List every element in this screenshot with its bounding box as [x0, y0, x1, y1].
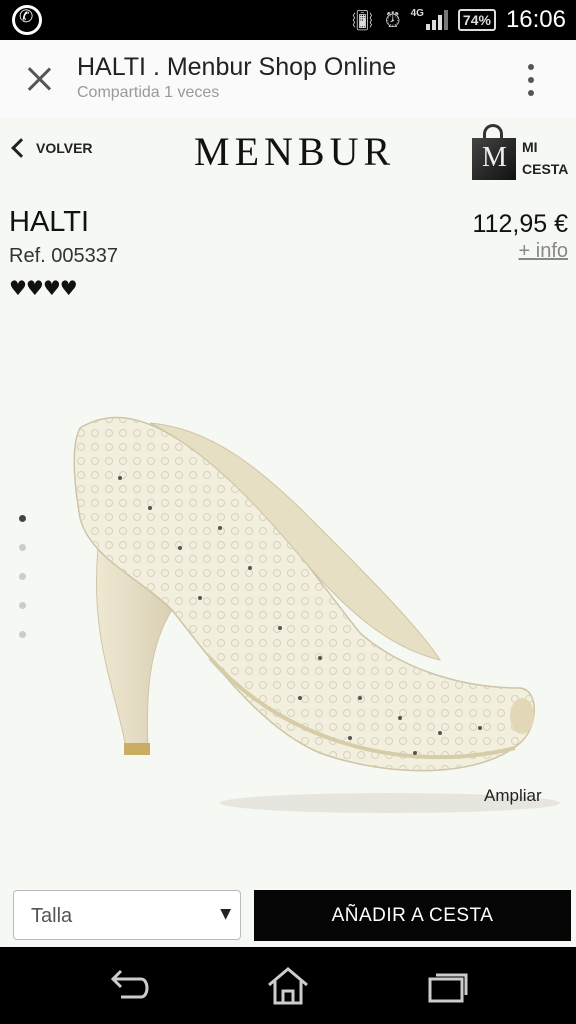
system-nav-bar	[0, 947, 576, 1024]
add-to-cart-button[interactable]: AÑADIR A CESTA	[254, 890, 571, 941]
back-label: VOLVER	[36, 140, 93, 156]
chevron-left-icon	[11, 138, 31, 158]
gallery-dot[interactable]	[19, 602, 26, 609]
gallery-dot[interactable]	[19, 631, 26, 638]
rating-hearts: ♥♥♥♥	[9, 276, 78, 300]
product-image[interactable]	[60, 398, 560, 818]
size-select-value: Talla	[31, 905, 73, 927]
status-icons: 📳︎ ⏰︎ 4G 74% 16:06	[350, 6, 566, 34]
shopping-bag-icon: M	[472, 124, 518, 180]
brand-logo[interactable]: MENBUR	[194, 128, 395, 175]
cart-button[interactable]: M MI CESTA	[472, 124, 576, 180]
more-vert-icon[interactable]	[524, 64, 538, 96]
status-bar: 📳︎ ⏰︎ 4G 74% 16:06	[0, 0, 576, 40]
signal-icon	[425, 10, 448, 30]
back-button[interactable]: VOLVER	[10, 138, 93, 158]
back-icon[interactable]	[105, 965, 155, 1005]
page-title: HALTI . Menbur Shop Online	[77, 53, 397, 81]
gallery-dot[interactable]	[19, 573, 26, 580]
gallery-pagination	[19, 515, 26, 660]
share-count: Compartida 1 veces	[77, 84, 220, 101]
product-page: VOLVER MENBUR M MI CESTA HALTI Ref. 0053…	[0, 118, 576, 947]
product-price: 112,95 €	[472, 210, 568, 238]
more-info-link[interactable]: + info	[519, 240, 568, 263]
recents-icon[interactable]	[422, 965, 472, 1005]
size-select[interactable]: Talla ▼	[13, 890, 241, 940]
vibrate-icon: 📳︎	[349, 8, 375, 32]
home-icon[interactable]	[263, 965, 313, 1005]
whatsapp-icon	[12, 5, 42, 35]
dropdown-arrow-icon: ▼	[220, 906, 231, 922]
cart-label: MI CESTA	[522, 139, 569, 177]
gallery-dot[interactable]	[19, 515, 26, 522]
alarm-icon: ⏰︎	[384, 8, 401, 32]
zoom-link[interactable]: Ampliar	[484, 786, 542, 806]
browser-app-bar: HALTI . Menbur Shop Online Compartida 1 …	[0, 40, 576, 119]
gallery-dot[interactable]	[19, 544, 26, 551]
clock: 16:06	[505, 6, 566, 33]
battery-icon: 74%	[457, 9, 496, 31]
network-type: 4G	[410, 7, 424, 19]
product-ref: Ref. 005337	[9, 245, 118, 267]
close-icon[interactable]	[22, 62, 56, 96]
product-name: HALTI	[9, 206, 90, 238]
